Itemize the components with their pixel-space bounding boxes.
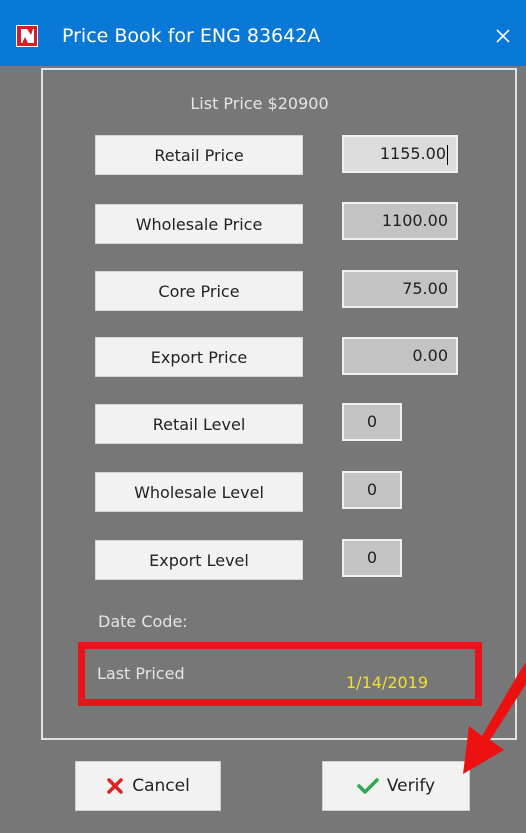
wholesale-price-value: 1100.00 bbox=[381, 211, 448, 230]
retail-level-button[interactable]: Retail Level bbox=[95, 404, 303, 444]
wholesale-level-input[interactable]: 0 bbox=[342, 471, 402, 509]
list-price-label: List Price $20900 bbox=[190, 94, 329, 113]
core-price-button[interactable]: Core Price bbox=[95, 271, 303, 311]
wholesale-level-button[interactable]: Wholesale Level bbox=[95, 472, 303, 512]
close-icon bbox=[496, 29, 510, 43]
cancel-x-icon bbox=[107, 778, 123, 794]
retail-level-value: 0 bbox=[366, 412, 378, 431]
verify-button[interactable]: Verify bbox=[322, 761, 470, 811]
checkmark-icon bbox=[357, 778, 379, 794]
wholesale-price-button[interactable]: Wholesale Price bbox=[95, 204, 303, 244]
wholesale-price-input[interactable]: 1100.00 bbox=[342, 202, 458, 240]
date-code-label: Date Code: bbox=[98, 612, 188, 631]
app-logo-icon bbox=[16, 25, 38, 47]
export-price-button[interactable]: Export Price bbox=[95, 337, 303, 377]
verify-label: Verify bbox=[386, 776, 436, 796]
export-level-button[interactable]: Export Level bbox=[95, 540, 303, 580]
last-priced-value: 1/14/2019 bbox=[346, 673, 429, 692]
core-price-value: 75.00 bbox=[402, 279, 448, 298]
retail-price-input[interactable]: 1155.00 bbox=[342, 135, 458, 173]
close-button[interactable] bbox=[486, 19, 520, 53]
cancel-button[interactable]: Cancel bbox=[75, 761, 221, 811]
last-priced-label: Last Priced bbox=[97, 664, 185, 683]
export-level-input[interactable]: 0 bbox=[342, 539, 402, 577]
core-price-input[interactable]: 75.00 bbox=[342, 270, 458, 308]
export-level-value: 0 bbox=[366, 548, 378, 567]
export-price-input[interactable]: 0.00 bbox=[342, 337, 458, 375]
export-price-value: 0.00 bbox=[412, 346, 448, 365]
retail-price-button[interactable]: Retail Price bbox=[95, 135, 303, 175]
text-cursor bbox=[447, 144, 448, 165]
price-book-window: Price Book for ENG 83642A List Price $20… bbox=[0, 0, 526, 833]
title-bar[interactable]: Price Book for ENG 83642A bbox=[0, 0, 526, 66]
cancel-label: Cancel bbox=[132, 776, 190, 796]
wholesale-level-value: 0 bbox=[366, 480, 378, 499]
retail-level-input[interactable]: 0 bbox=[342, 403, 402, 441]
window-title: Price Book for ENG 83642A bbox=[62, 25, 321, 47]
retail-price-value: 1155.00 bbox=[379, 144, 446, 163]
